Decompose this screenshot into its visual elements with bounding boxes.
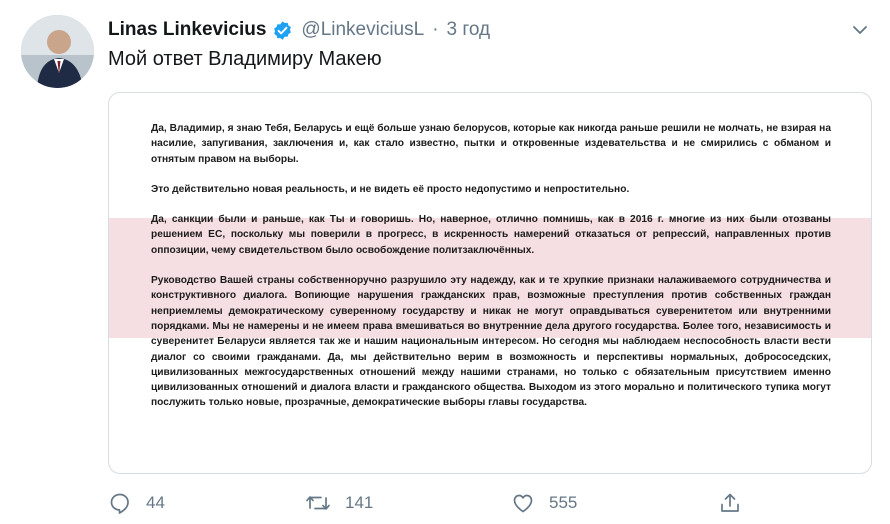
document-paragraph: Да, санкции были и раньше, как Ты и гово… xyxy=(151,214,831,256)
author-name[interactable]: Linas Linkevicius xyxy=(108,19,266,41)
document-paragraph: Руководство Вашей страны собственноручно… xyxy=(151,275,831,409)
retweet-count: 141 xyxy=(345,493,374,512)
media-image[interactable]: Да, Владимир, я знаю Тебя, Беларусь и ещ… xyxy=(108,92,872,474)
like-count: 555 xyxy=(549,493,578,512)
verified-badge-icon xyxy=(272,20,293,41)
tweet-actions: 44 141 555 xyxy=(0,484,890,522)
tweet-text: Мой ответ Владимиру Макею xyxy=(108,48,382,70)
avatar[interactable] xyxy=(21,15,94,88)
avatar-image xyxy=(21,15,94,88)
separator-dot: · xyxy=(432,19,439,40)
like-button[interactable]: 555 xyxy=(511,484,577,522)
chevron-down-icon[interactable] xyxy=(850,20,870,46)
author-handle[interactable]: @LinkeviciusL xyxy=(301,19,424,41)
share-icon xyxy=(721,493,739,512)
document-paragraph: Да, Владимир, я знаю Тебя, Беларусь и ещ… xyxy=(151,123,831,165)
document-text: Да, Владимир, я знаю Тебя, Беларусь и ещ… xyxy=(151,121,831,426)
tweet-header: Linas Linkevicius @LinkeviciusL · 3 год xyxy=(108,16,870,44)
reply-button[interactable]: 44 xyxy=(108,484,165,522)
reply-count: 44 xyxy=(146,493,165,512)
retweet-icon xyxy=(306,496,330,510)
share-button[interactable] xyxy=(718,484,756,522)
retweet-button[interactable]: 141 xyxy=(305,484,373,522)
reply-icon xyxy=(110,493,129,514)
heart-icon xyxy=(513,494,533,513)
document-paragraph: Это действительно новая реальность, и не… xyxy=(151,183,630,195)
tweet-time[interactable]: 3 год xyxy=(447,19,491,41)
